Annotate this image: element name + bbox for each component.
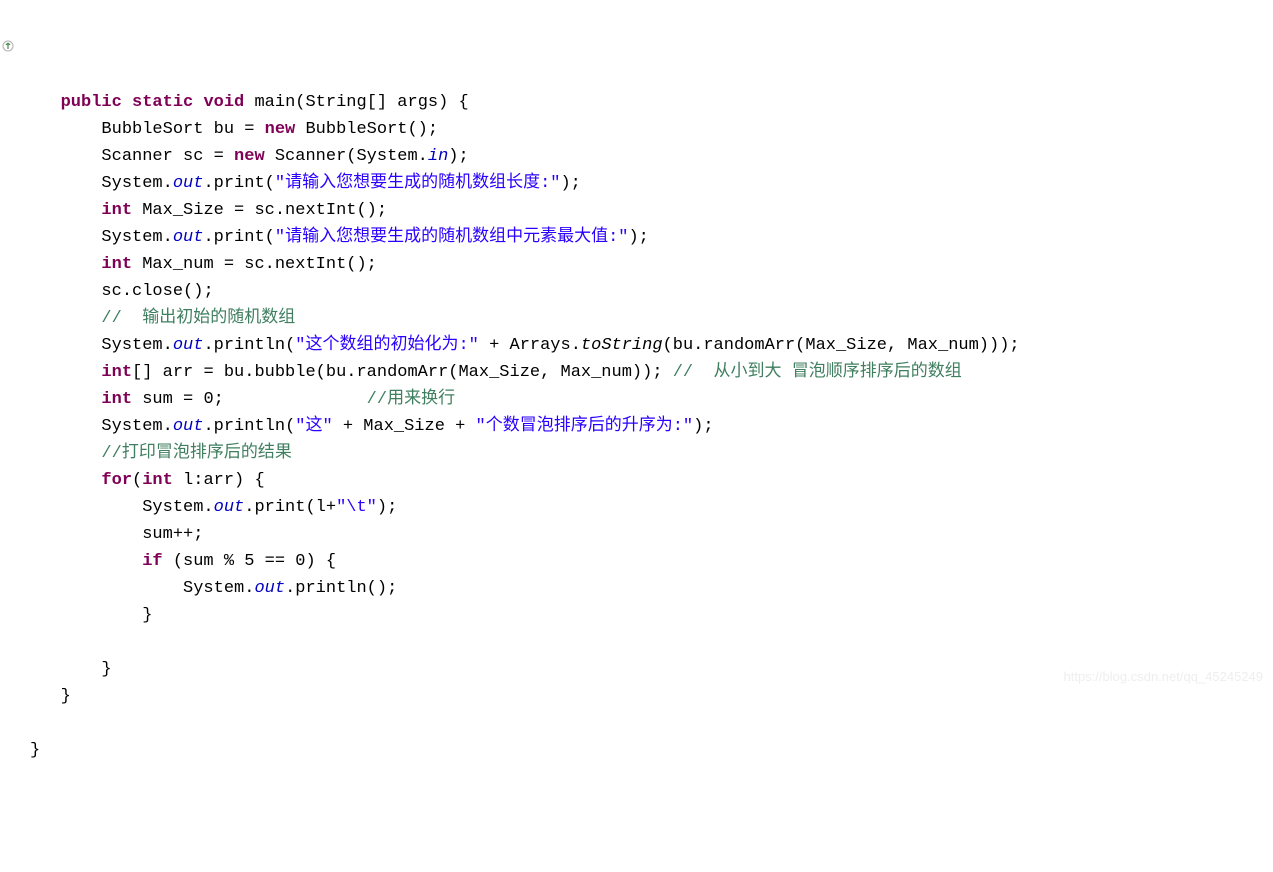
code-text: ); [628,228,648,247]
string-literal: "这个数组的初始化为:" [295,336,479,355]
comment: // 输出初始的随机数组 [101,309,295,328]
code-text: System. [101,174,172,193]
keyword: if [142,552,162,571]
static-field: out [173,336,204,355]
keyword: new [265,120,296,139]
code-text: } [142,606,152,625]
keyword: int [101,390,132,409]
string-literal: "这" [295,417,332,436]
code-text: sc.close(); [101,282,213,301]
string-literal: "请输入您想要生成的随机数组长度:" [275,174,561,193]
keyword: int [142,471,173,490]
code-text: sum = 0; [132,390,367,409]
code-text: Max_Size = sc.nextInt(); [132,201,387,220]
code-text: } [61,687,71,706]
code-text: .print(l+ [244,498,336,517]
code-text: .print( [203,174,274,193]
static-field: out [254,579,285,598]
string-literal: "\t" [336,498,377,517]
code-text: (String[] args) { [295,93,468,112]
static-field: out [173,174,204,193]
code-text: ); [560,174,580,193]
comment: //打印冒泡排序后的结果 [101,444,291,463]
code-text: System. [101,228,172,247]
code-text: BubbleSort bu = [101,120,264,139]
code-text: l:arr) { [173,471,265,490]
code-text: + Max_Size + [333,417,476,436]
code-text: } [30,741,40,760]
code-text: .println( [203,417,295,436]
keyword: new [234,147,265,166]
keyword: int [101,363,132,382]
code-text: .print( [203,228,274,247]
code-text: (sum % 5 == 0) { [163,552,336,571]
keyword: int [101,201,132,220]
code-text: sum++; [142,525,203,544]
static-method: toString [581,336,663,355]
keyword: for [101,471,132,490]
code-text: BubbleSort(); [295,120,438,139]
string-literal: "个数冒泡排序后的升序为:" [476,417,694,436]
static-field: out [214,498,245,517]
code-text: .println( [203,336,295,355]
keyword: public [61,93,122,112]
override-marker-icon [2,13,14,25]
static-field: in [428,147,448,166]
keyword: static [132,93,193,112]
code-text: ); [693,417,713,436]
code-text: ); [448,147,468,166]
code-text: Scanner sc = [101,147,234,166]
code-text: System. [142,498,213,517]
code-text: ); [377,498,397,517]
code-text: [] arr = bu.bubble(bu.randomArr(Max_Size… [132,363,673,382]
watermark-text: https://blog.csdn.net/qq_45245249 [1064,663,1264,690]
code-text: Scanner(System. [265,147,428,166]
code-text: .println(); [285,579,397,598]
keyword: int [101,255,132,274]
code-text: (bu.randomArr(Max_Size, Max_num))); [663,336,1020,355]
code-text: System. [101,336,172,355]
static-field: out [173,417,204,436]
method-name: main [254,93,295,112]
keyword: void [203,93,244,112]
string-literal: "请输入您想要生成的随机数组中元素最大值:" [275,228,629,247]
comment: // 从小到大 冒泡顺序排序后的数组 [673,363,962,382]
code-text: Max_num = sc.nextInt(); [132,255,377,274]
code-text: } [101,660,111,679]
comment: //用来换行 [367,390,455,409]
static-field: out [173,228,204,247]
code-text: ( [132,471,142,490]
code-text: + Arrays. [479,336,581,355]
code-text: System. [183,579,254,598]
code-text: System. [101,417,172,436]
